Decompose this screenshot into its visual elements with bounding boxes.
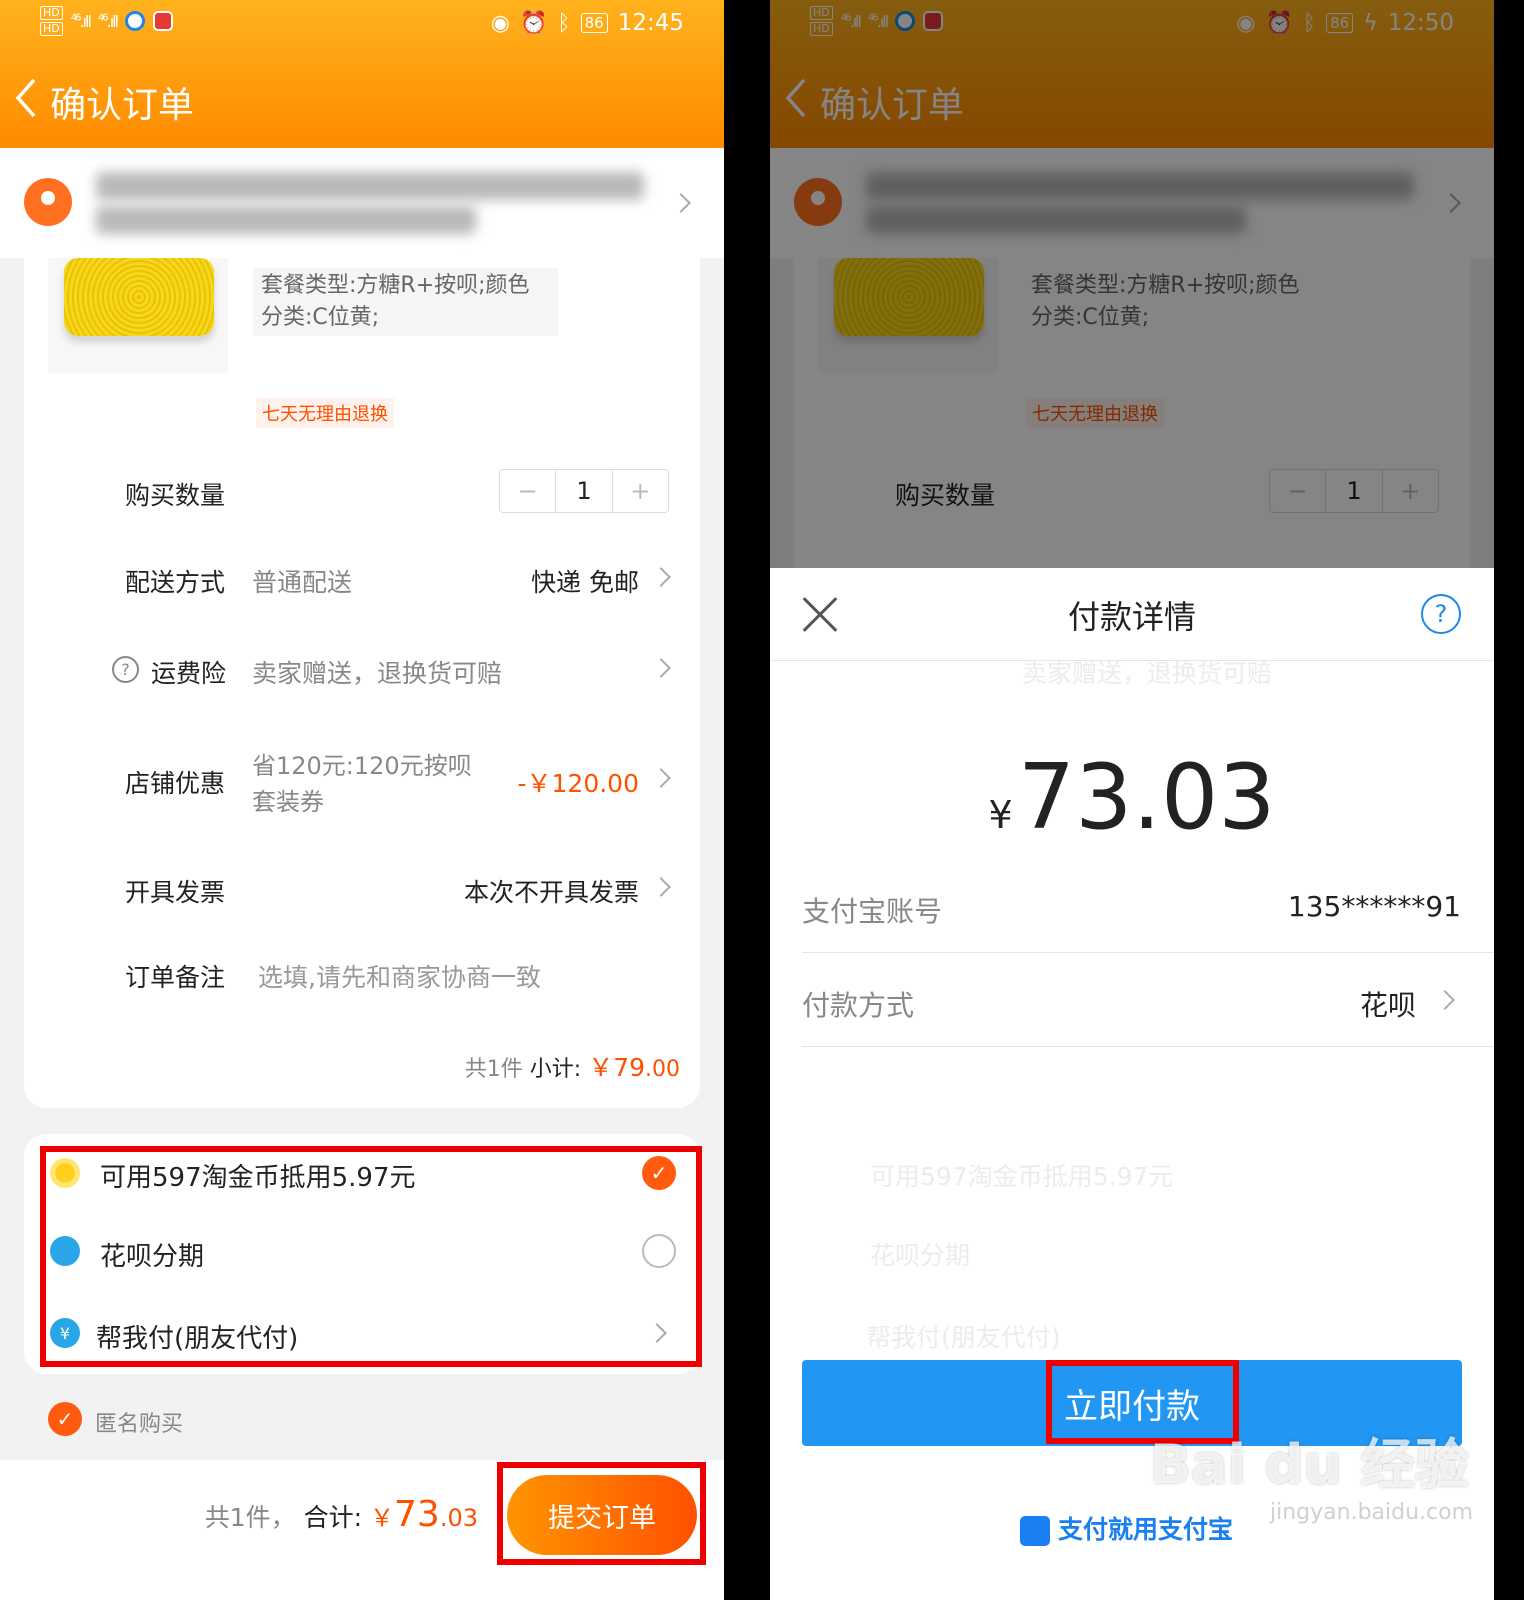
back-icon[interactable]: [14, 78, 38, 118]
subtotal-amount: ￥79.00: [588, 1053, 680, 1082]
order-note-input[interactable]: 选填,请先和商家协商一致: [258, 958, 541, 994]
quantity-stepper: − 1 +: [499, 469, 669, 513]
battery-icon: 86: [580, 13, 608, 33]
right-screen-payment-details: 确认订单 HD HD 46.ıll 46.ıll ◉ ⏰ ᛒ 86 ϟ 12:5…: [770, 0, 1494, 1600]
eye-icon: ◉: [490, 10, 510, 36]
page-title: 确认订单: [50, 85, 195, 126]
alarm-icon: ⏰: [520, 10, 548, 36]
help-icon[interactable]: ?: [1421, 594, 1461, 634]
delivery-label: 配送方式: [125, 568, 226, 597]
account-value: 135******91: [1287, 890, 1461, 923]
decrease-button[interactable]: −: [500, 470, 555, 512]
product-spec: 套餐类型:方糖R+按呗;颜色分类:C位黄;: [253, 268, 558, 336]
hd-icon: HD: [40, 22, 63, 36]
increase-button[interactable]: +: [613, 470, 668, 512]
app-notification-icon: [153, 11, 174, 31]
total-amount: ￥73.03: [370, 1494, 478, 1535]
status-bar: HD HD 46.ıll 46.ıll ◉ ⏰ ᛒ 86 12:45: [0, 0, 724, 50]
ghost-row: 可用597淘金币抵用5.97元: [870, 1162, 1174, 1191]
invoice-value: 本次不开具发票: [463, 878, 639, 907]
payment-amount: ¥ 73.03: [770, 745, 1494, 850]
highlight-box-submit: [497, 1462, 706, 1565]
highlight-box-payment-options: [40, 1146, 702, 1367]
sheet-title: 付款详情: [1067, 598, 1196, 636]
quantity-value[interactable]: 1: [555, 470, 613, 512]
discount-label: 店铺优惠: [125, 769, 226, 798]
alipay-logo-icon: [1020, 1516, 1050, 1546]
amount-value: 73.03: [1017, 745, 1276, 850]
account-label: 支付宝账号: [802, 895, 943, 928]
hd-icon: HD: [40, 6, 63, 20]
clock-time: 12:45: [617, 10, 684, 36]
discount-value: 省120元:120元按呗: [252, 752, 472, 780]
discount-amount: -￥120.00: [517, 769, 640, 798]
divider: [724, 0, 770, 1600]
ghost-row: 花呗分期: [870, 1241, 971, 1270]
method-value: 花呗: [1359, 989, 1416, 1022]
location-pin-icon: [24, 178, 72, 226]
delivery-method: 快递 免邮: [531, 568, 639, 597]
insurance-value: 卖家赠送，退换货可赔: [252, 659, 503, 688]
order-note-label: 订单备注: [125, 963, 226, 992]
invoice-label: 开具发票: [125, 878, 226, 907]
currency-symbol: ¥: [988, 793, 1013, 837]
baidu-watermark: Bai du 经验: [1150, 1433, 1469, 1496]
blurred-address-line: [96, 206, 476, 234]
blurred-address-line: [96, 172, 644, 200]
subtotal-count: 共1件: [464, 1057, 523, 1082]
total-label: 合计:: [303, 1503, 363, 1532]
method-label: 付款方式: [802, 989, 915, 1022]
bluetooth-icon: ᛒ: [557, 10, 571, 36]
baidu-watermark-url: jingyan.baidu.com: [1270, 1500, 1474, 1525]
address-bar[interactable]: [0, 148, 724, 258]
insurance-label: 运费险: [151, 659, 227, 688]
return-policy-badge: 七天无理由退换: [256, 398, 394, 428]
product-image[interactable]: [64, 258, 214, 336]
order-total: 共1件， 合计: ￥73.03: [205, 1494, 478, 1535]
divider: [802, 1046, 1494, 1047]
subtotal-label: 小计:: [529, 1057, 582, 1082]
anonymous-label: 匿名购买: [95, 1412, 184, 1437]
alipay-brand: 支付就用支付宝: [1020, 1510, 1233, 1546]
ghost-row: 帮我付(朋友代付): [866, 1323, 1061, 1352]
browser-app-icon: [125, 11, 146, 31]
anonymous-checkbox[interactable]: ✓: [48, 1402, 82, 1436]
left-screen-confirm-order: 确认订单 HD HD 46.ıll 46.ıll ◉ ⏰ ᛒ 86 12:45 …: [0, 0, 724, 1600]
signal-icon: 46.ıll: [70, 11, 92, 31]
signal-icon: 46.ıll: [97, 11, 119, 31]
divider: [770, 660, 1494, 661]
help-icon[interactable]: ?: [112, 656, 139, 683]
quantity-label: 购买数量: [125, 481, 226, 510]
delivery-value: 普通配送: [252, 568, 353, 597]
total-count: 共1件，: [204, 1503, 296, 1532]
discount-value-2: 套装券: [252, 788, 324, 816]
modal-overlay[interactable]: [770, 0, 1494, 568]
subtotal: 共1件 小计: ￥79.00: [465, 1048, 680, 1084]
divider: [802, 952, 1494, 953]
